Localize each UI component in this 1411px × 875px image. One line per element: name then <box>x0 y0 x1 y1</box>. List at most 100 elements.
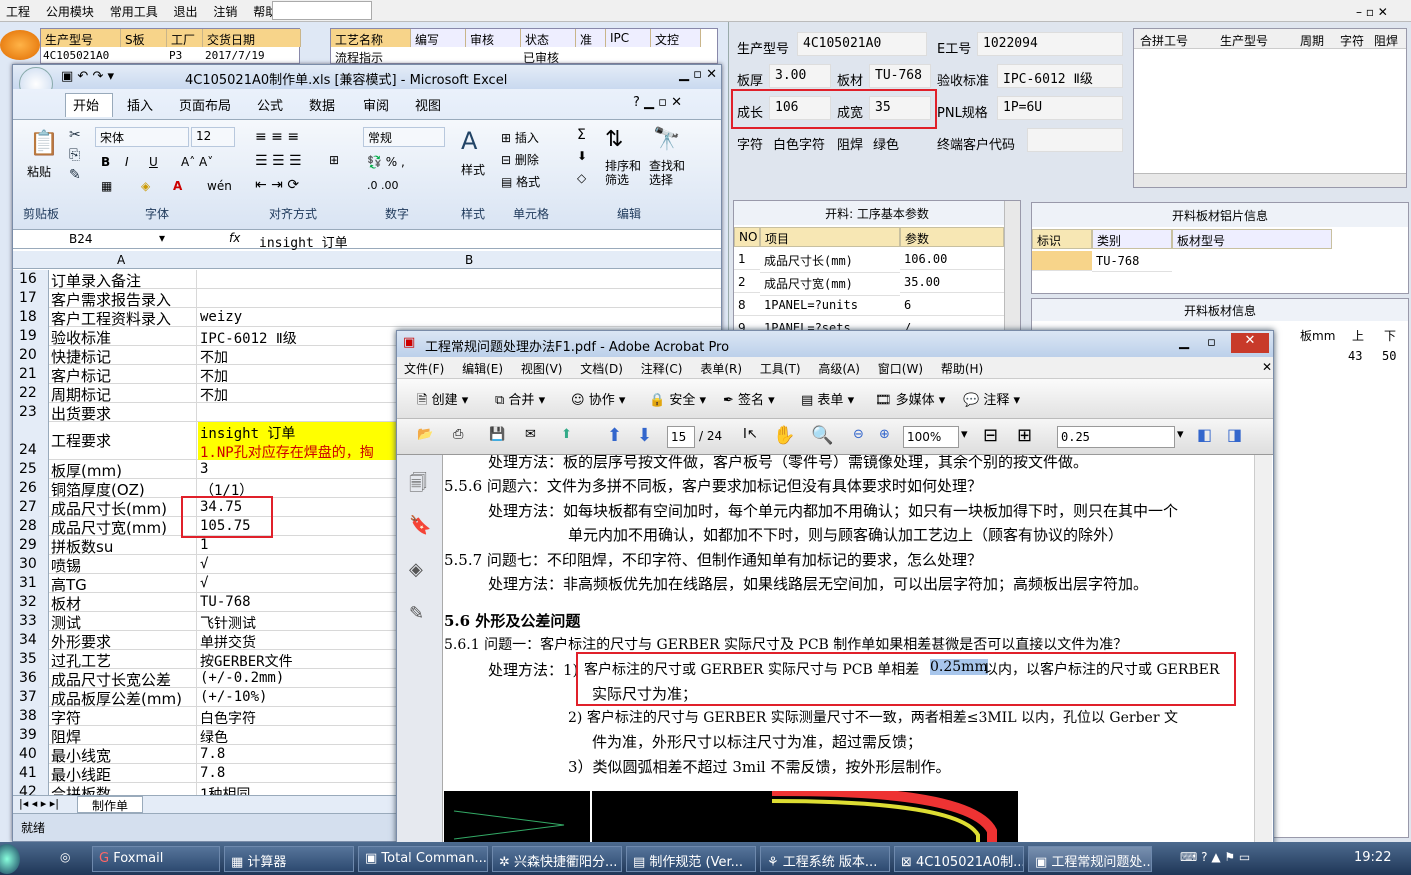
menu-forms[interactable]: 表单(R) <box>693 357 749 380</box>
find-next-icon[interactable]: ◨ <box>1227 425 1242 444</box>
grid-header[interactable]: 字符 <box>1340 32 1364 49</box>
field-value[interactable]: 1022094 <box>977 32 1123 56</box>
grid-header[interactable]: 周期 <box>1300 32 1324 49</box>
cell-a[interactable]: 客户工程资料录入 <box>49 308 197 327</box>
grid-cell[interactable]: 1 <box>734 249 760 270</box>
underline-icon[interactable]: U <box>149 155 158 169</box>
select-tool-icon[interactable]: I↖ <box>743 427 758 442</box>
bookmarks-icon[interactable]: 🔖 <box>409 515 431 536</box>
zoom-tool-icon[interactable]: 🔍 <box>811 425 833 446</box>
taskbar-item[interactable]: ✲ 兴森快捷衢阳分... <box>492 846 622 872</box>
sort-label[interactable]: 排序和 筛选 <box>605 159 641 187</box>
cell-a[interactable]: 铜箔厚度(OZ) <box>49 479 197 498</box>
delete-cells-button[interactable]: ⊟ 删除 <box>501 151 539 168</box>
find-prev-icon[interactable]: ◧ <box>1197 425 1212 444</box>
grid-header[interactable]: 准 <box>576 29 606 47</box>
field-value[interactable]: 绿色 <box>873 134 899 153</box>
taskbar-item[interactable]: ▤ 制作规范 (Ver... <box>626 846 756 872</box>
close-doc-icon[interactable]: ✕ <box>1255 357 1279 377</box>
row-number[interactable]: 17 <box>13 289 49 308</box>
layers-icon[interactable]: ◈ <box>409 559 423 580</box>
find-dropdown-icon[interactable]: ▾ <box>1177 427 1184 442</box>
row-number[interactable]: 27 <box>13 498 49 517</box>
align-top-icon[interactable]: ≡ ≡ ≡ <box>255 129 299 145</box>
print-icon[interactable]: ⎙ <box>453 427 463 442</box>
upload-icon[interactable]: ⬆ <box>561 427 572 442</box>
cell-a[interactable]: 客户需求报告录入 <box>49 289 197 308</box>
field-value[interactable]: IPC-6012 Ⅱ级 <box>997 64 1123 88</box>
grid-header[interactable]: IPC <box>606 29 651 47</box>
row-number[interactable]: 22 <box>13 384 49 403</box>
clear-icon[interactable]: ◇ <box>577 171 586 185</box>
menu-document[interactable]: 文档(D) <box>573 357 630 380</box>
menu-advanced[interactable]: 高级(A) <box>811 357 867 380</box>
quick-access-icon[interactable]: ▣ ↶ ↷ ▾ <box>61 69 114 84</box>
row-number[interactable]: 40 <box>13 745 49 764</box>
font-select[interactable]: 宋体 <box>95 127 189 147</box>
tray-icons[interactable]: ⌨ ? ▲ ⚑ ▭ <box>1180 850 1250 864</box>
name-box[interactable]: B24 <box>69 232 93 246</box>
grid-cell[interactable]: 35.00 <box>900 272 1004 293</box>
grid-header[interactable]: 生产型号 <box>1220 32 1268 49</box>
save-icon[interactable]: 💾 <box>489 427 505 442</box>
grid-header[interactable]: 标识 <box>1032 229 1092 249</box>
row-number[interactable]: 24 <box>13 422 49 460</box>
prev-page-icon[interactable]: ⬆ <box>607 425 622 446</box>
column-header-a[interactable]: A <box>117 253 125 267</box>
row-number[interactable]: 39 <box>13 726 49 745</box>
tab-layout[interactable]: 页面布局 <box>179 95 231 114</box>
email-icon[interactable]: ✉ <box>525 427 536 442</box>
row-number[interactable]: 16 <box>13 270 49 289</box>
grid-cell[interactable]: 50 <box>1382 349 1396 363</box>
minimize-button[interactable]: ▁ <box>1179 335 1189 350</box>
combine-button[interactable]: ⧉ 合并 ▾ <box>495 389 545 408</box>
menu-item-1[interactable]: 公用模块 <box>40 0 100 23</box>
styles-label[interactable]: 样式 <box>461 161 485 178</box>
create-button[interactable]: 🗎 创建 ▾ <box>417 389 468 413</box>
cell-a[interactable]: 成品尺寸宽(mm) <box>49 517 197 536</box>
paste-label[interactable]: 粘贴 <box>27 163 51 180</box>
row-number[interactable]: 41 <box>13 764 49 783</box>
taskbar-item[interactable]: G Foxmail <box>92 846 220 872</box>
row-number[interactable]: 34 <box>13 631 49 650</box>
cell-a[interactable]: 客户标记 <box>49 365 197 384</box>
row-number[interactable]: 30 <box>13 555 49 574</box>
collaborate-button[interactable]: ☺ 协作 ▾ <box>571 389 625 408</box>
row-number[interactable]: 28 <box>13 517 49 536</box>
grid-header[interactable]: 阻焊 <box>1374 32 1398 49</box>
fill-color-icon[interactable]: ◈ <box>141 179 150 193</box>
grid-header[interactable]: 状态 <box>521 29 576 47</box>
row-number[interactable]: 36 <box>13 669 49 688</box>
zoom-in-icon[interactable]: ⊕ <box>879 427 890 442</box>
cell-a[interactable]: 板厚(mm) <box>49 460 197 479</box>
taskbar-item[interactable]: ⊠ 4C105021A0制... <box>894 846 1024 872</box>
row-number[interactable]: 26 <box>13 479 49 498</box>
clock[interactable]: 19:22 <box>1354 850 1391 865</box>
cell-a[interactable]: 成品尺寸长宽公差 <box>49 669 197 688</box>
cell-a[interactable]: 成品尺寸长(mm) <box>49 498 197 517</box>
field-value[interactable]: TU-768 <box>869 64 931 88</box>
cell-a[interactable]: 快捷标记 <box>49 346 197 365</box>
number-format-select[interactable]: 常规 <box>363 127 445 147</box>
cell-a[interactable]: 周期标记 <box>49 384 197 403</box>
forms-button[interactable]: ▤ 表单 ▾ <box>801 389 854 408</box>
taskbar-item[interactable]: ▦ 计算器 <box>224 846 354 872</box>
menu-help[interactable]: 帮助(H) <box>934 357 990 380</box>
grid-cell[interactable]: 成品尺寸宽(mm) <box>760 272 900 296</box>
close-button[interactable]: ✕ <box>1231 333 1269 353</box>
grid-header[interactable]: 板材型号 <box>1172 229 1332 249</box>
grid-cell[interactable]: P3 <box>169 49 182 62</box>
grid-cell[interactable]: TU-768 <box>1092 251 1172 272</box>
grid-header[interactable]: 板mm <box>1300 327 1335 344</box>
format-painter-icon[interactable]: ✎ <box>69 167 81 183</box>
grid-cell[interactable]: 2 <box>734 272 760 293</box>
menu-item-3[interactable]: 退出 <box>168 0 204 23</box>
row-number[interactable]: 33 <box>13 612 49 631</box>
grid-cell[interactable]: 106.00 <box>900 249 1004 270</box>
cell-b[interactable] <box>198 270 718 289</box>
row-number[interactable]: 18 <box>13 308 49 327</box>
horizontal-scrollbar[interactable] <box>1134 173 1406 187</box>
cell-a[interactable]: 板材 <box>49 593 197 612</box>
tab-insert[interactable]: 插入 <box>127 95 153 114</box>
cell-a[interactable]: 最小线宽 <box>49 745 197 764</box>
